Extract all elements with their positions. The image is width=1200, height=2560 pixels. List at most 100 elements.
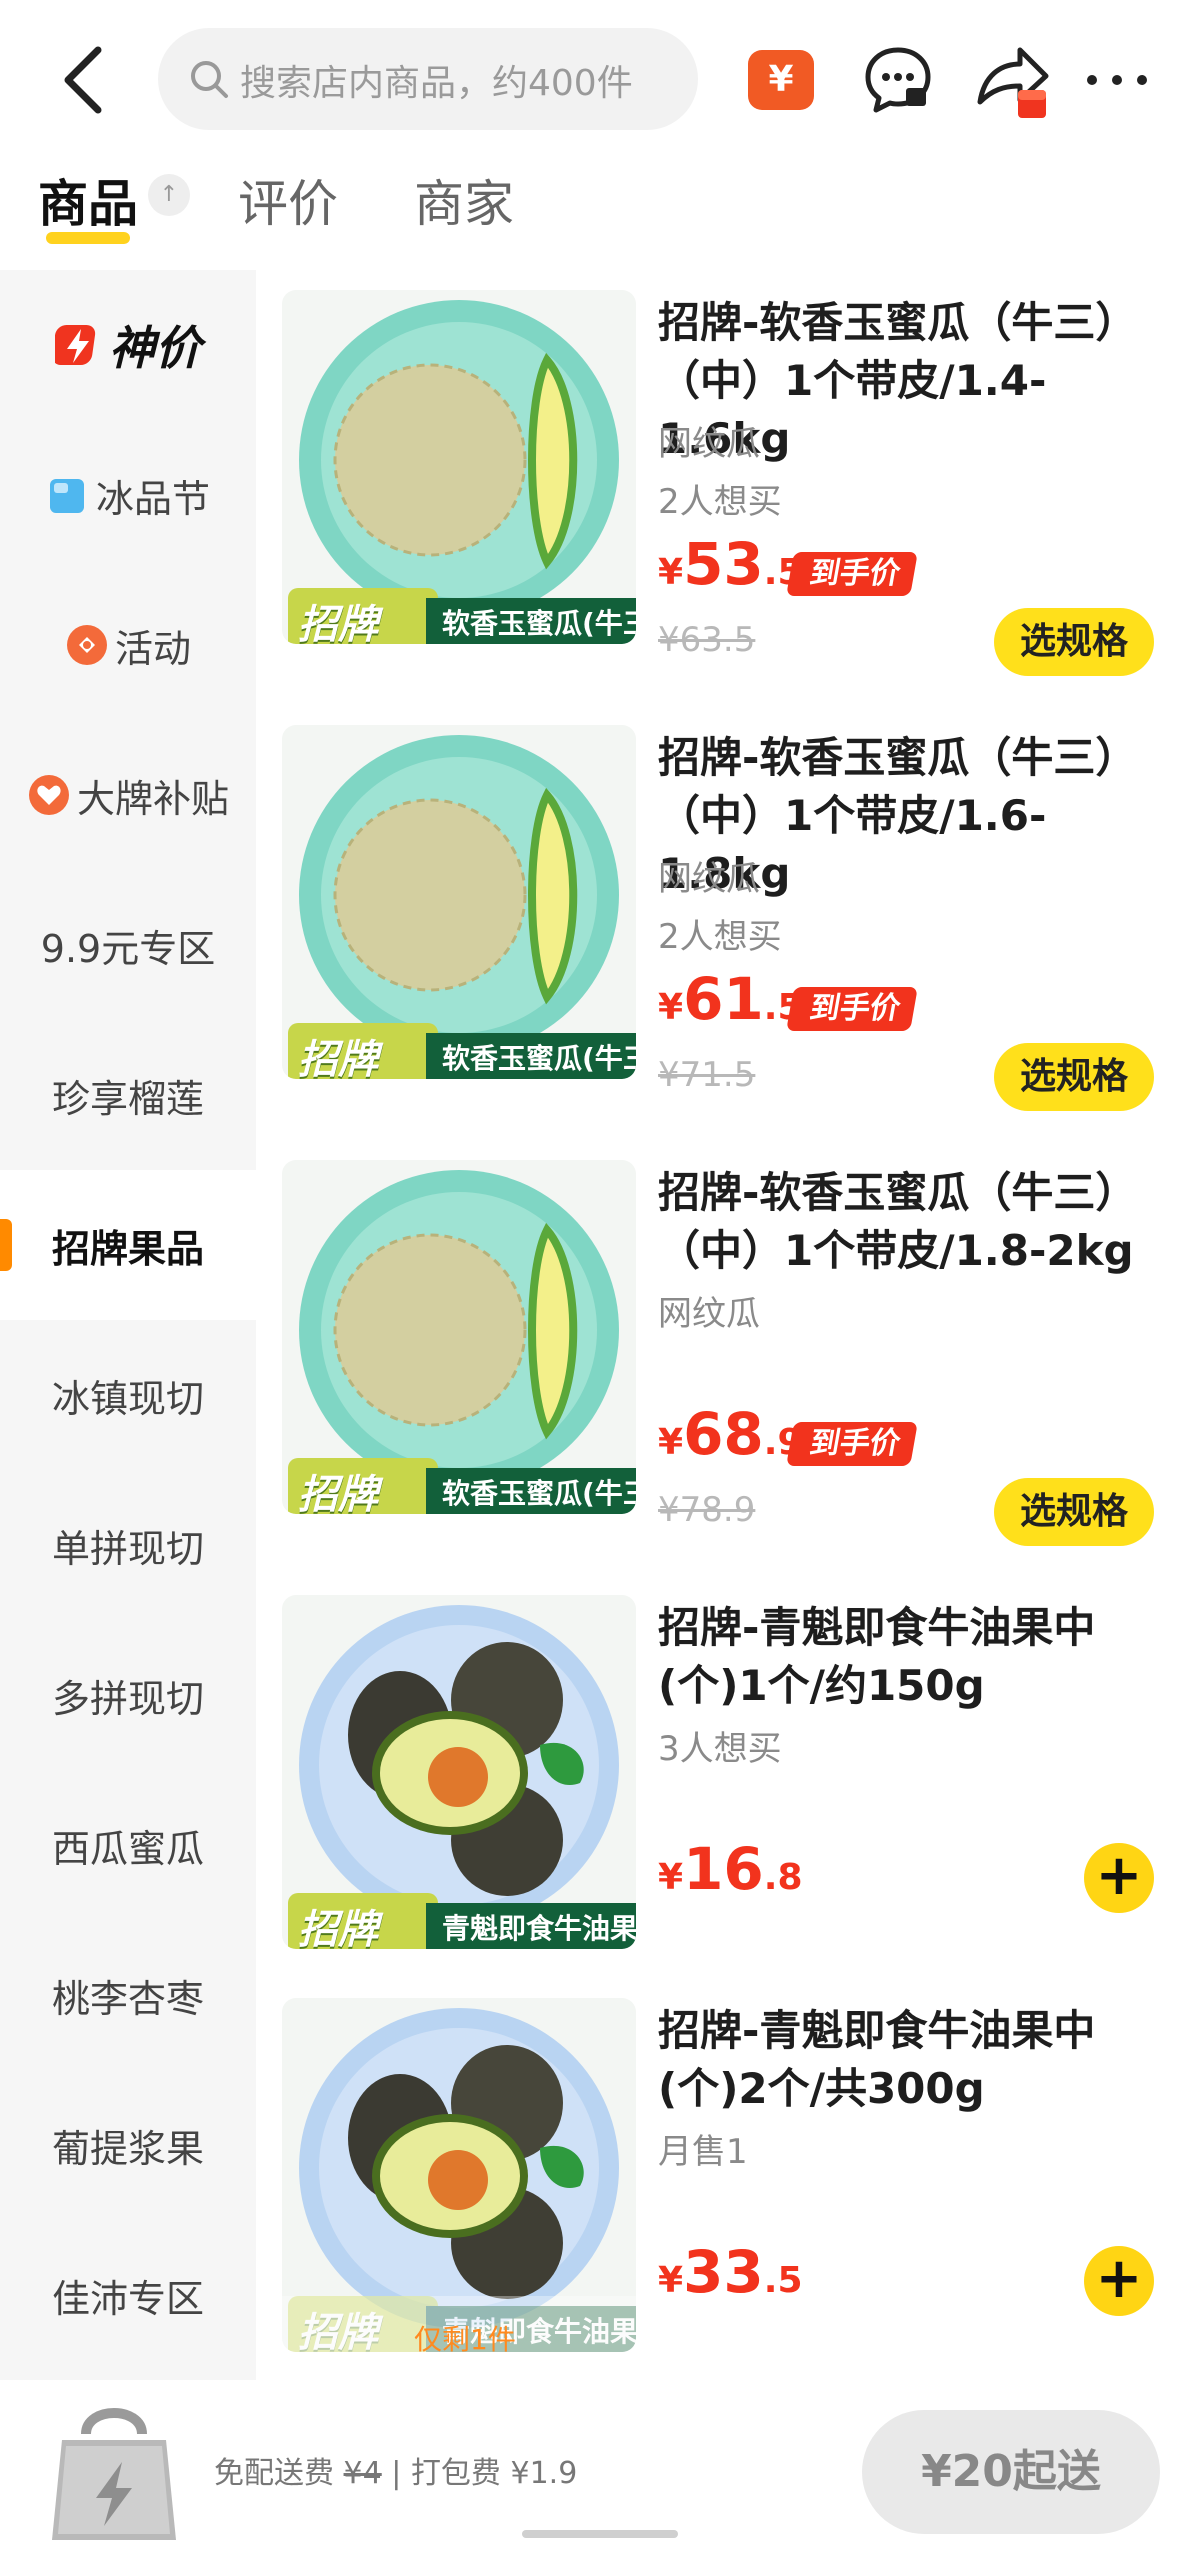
sidebar-active-marker — [0, 1219, 12, 1271]
delivery-fee-info: 免配送费 ¥4 | 打包费 ¥1.9 — [214, 2456, 578, 2491]
tab-reviews[interactable]: 评价 — [238, 164, 338, 236]
product-title: 招牌-青魁即食牛油果中(个)2个/共300g — [658, 2006, 1096, 2113]
sidebar-item-label: 多拼现切 — [51, 1676, 204, 1721]
image-product-label: 软香玉蜜瓜(牛三) — [442, 1477, 636, 1510]
stock-overlay: 仅剩1件 — [282, 2296, 636, 2352]
sidebar-item-activity[interactable]: 活动 — [0, 570, 256, 720]
sidebar-item-melons[interactable]: 西瓜蜜瓜 — [0, 1770, 256, 1920]
original-price: ¥71.5 — [658, 1055, 756, 1095]
sidebar-item-signature-fruit[interactable]: 招牌果品 — [0, 1170, 256, 1320]
cart-bar: 免配送费 ¥4 | 打包费 ¥1.9 ¥20起送 — [0, 2380, 1200, 2560]
product-image-avocado[interactable]: 青魁即食牛油果 招牌 仅剩1件 — [282, 1998, 636, 2352]
image-brand-band: 软香玉蜜瓜(牛三) 招牌 — [288, 1023, 636, 1079]
sidebar-item-label: 葡提浆果 — [51, 2126, 204, 2171]
final-price-tag: 到手价 — [786, 552, 918, 596]
product-price: ¥61.5 — [658, 965, 803, 1033]
sidebar-item-label: 佳沛专区 — [51, 2276, 204, 2321]
original-price: ¥78.9 — [658, 1490, 756, 1530]
sidebar-item-label: 珍享榴莲 — [51, 1076, 204, 1121]
product-image-melon[interactable]: 软香玉蜜瓜(牛三) 招牌 — [282, 725, 636, 1079]
more-icon[interactable] — [1082, 70, 1152, 90]
product-image-melon[interactable]: 软香玉蜜瓜(牛三) 招牌 — [282, 290, 636, 644]
product-title: 招牌-青魁即食牛油果中(个)1个/约150g — [658, 1603, 1096, 1710]
original-delivery-fee: ¥4 — [343, 2456, 382, 2491]
activity-badge-icon — [66, 625, 107, 665]
home-indicator — [522, 2530, 678, 2538]
sidebar-item-label: 活动 — [114, 626, 191, 671]
min-order-button[interactable]: ¥20起送 — [862, 2410, 1160, 2534]
original-price: ¥63.5 — [658, 620, 756, 660]
image-product-label: 软香玉蜜瓜(牛三) — [442, 607, 636, 640]
share-icon[interactable] — [972, 42, 1054, 122]
final-price-tag: 到手价 — [786, 1422, 918, 1466]
sidebar-item-label: 神价 — [109, 321, 201, 375]
sidebar-item-chilled-cut[interactable]: 冰镇现切 — [0, 1320, 256, 1470]
image-brand-text: 招牌 — [298, 1472, 378, 1514]
select-spec-button[interactable]: 选规格 — [994, 608, 1154, 676]
coupon-icon[interactable]: ¥ — [748, 50, 814, 110]
shopping-bag-icon[interactable] — [44, 2386, 184, 2550]
final-price-tag: 到手价 — [786, 987, 918, 1031]
sidebar-item-label: 桃李杏枣 — [51, 1976, 204, 2021]
sidebar-item-9-9-zone[interactable]: 9.9元专区 — [0, 870, 256, 1020]
image-brand-band: 软香玉蜜瓜(牛三) 招牌 — [288, 588, 636, 644]
stock-left-note: 仅剩1件 — [414, 2323, 516, 2352]
sidebar-item-label: 9.9元专区 — [40, 926, 216, 971]
product-price: ¥53.5 — [658, 530, 803, 598]
sidebar-item-mixed-cut[interactable]: 多拼现切 — [0, 1620, 256, 1770]
product-wants: 2人想买 — [658, 917, 782, 957]
image-product-label: 软香玉蜜瓜(牛三) — [442, 1042, 636, 1075]
product-price: ¥16.8 — [658, 1835, 803, 1903]
sort-up-icon[interactable]: ↑ — [148, 174, 190, 216]
product-price: ¥68.9 — [658, 1400, 803, 1468]
sidebar-item-ice-festival[interactable]: 冰品节 — [0, 420, 256, 570]
sidebar-item-durian[interactable]: 珍享榴莲 — [0, 1020, 256, 1170]
image-product-label: 青魁即食牛油果 — [442, 1912, 636, 1945]
image-brand-text: 招牌 — [298, 1037, 378, 1079]
sidebar-item-single-cut[interactable]: 单拼现切 — [0, 1470, 256, 1620]
top-bar: 搜索店内商品，约400件 ¥ — [0, 0, 1200, 160]
sidebar-item-label: 西瓜蜜瓜 — [51, 1826, 204, 1871]
image-brand-band: 软香玉蜜瓜(牛三) 招牌 — [288, 1458, 636, 1514]
product-wants: 2人想买 — [658, 482, 782, 522]
search-input[interactable]: 搜索店内商品，约400件 — [158, 28, 698, 130]
sidebar-item-label: 冰镇现切 — [51, 1376, 204, 1421]
category-sidebar: 神价 冰品节 活动 大牌补贴 9.9元专区 珍享榴莲 招牌果品 冰镇现切 单拼现… — [0, 270, 256, 2380]
product-image-avocado[interactable]: 青魁即食牛油果 招牌 — [282, 1595, 636, 1949]
product-subtitle: 网纹瓜 — [658, 859, 760, 899]
sidebar-item-grapes-berries[interactable]: 葡提浆果 — [0, 2070, 256, 2220]
product-image-melon[interactable]: 软香玉蜜瓜(牛三) 招牌 — [282, 1160, 636, 1514]
sidebar-item-label: 单拼现切 — [51, 1526, 204, 1571]
search-icon — [191, 61, 228, 98]
search-placeholder: 搜索店内商品，约400件 — [240, 63, 633, 104]
add-to-cart-button[interactable]: + — [1084, 1843, 1154, 1913]
product-title: 招牌-软香玉蜜瓜（牛三）（中）1个带皮/1.8-2kg — [658, 1168, 1138, 1275]
sidebar-item-label: 冰品节 — [95, 476, 210, 521]
image-brand-text: 招牌 — [298, 1907, 378, 1949]
product-price: ¥33.5 — [658, 2238, 803, 2306]
tab-merchant[interactable]: 商家 — [414, 164, 514, 236]
tab-goods[interactable]: 商品 — [38, 164, 138, 236]
back-arrow-icon[interactable] — [56, 42, 116, 118]
store-tabs: 商品 ↑ 评价 商家 — [0, 160, 1200, 260]
sidebar-item-zespri[interactable]: 佳沛专区 — [0, 2220, 256, 2370]
sidebar-item-god-price[interactable]: 神价 — [0, 270, 256, 420]
packaging-fee: ¥1.9 — [510, 2456, 578, 2491]
image-brand-text: 招牌 — [298, 602, 378, 644]
product-wants: 3人想买 — [658, 1729, 782, 1769]
sidebar-item-stone-fruit[interactable]: 桃李杏枣 — [0, 1920, 256, 2070]
chat-icon[interactable] — [862, 44, 934, 116]
sidebar-item-label: 招牌果品 — [51, 1226, 204, 1271]
select-spec-button[interactable]: 选规格 — [994, 1043, 1154, 1111]
sidebar-item-label: 大牌补贴 — [76, 776, 229, 821]
product-subtitle: 网纹瓜 — [658, 1294, 760, 1334]
ice-cube-icon — [49, 479, 84, 513]
product-subtitle: 网纹瓜 — [658, 424, 760, 464]
select-spec-button[interactable]: 选规格 — [994, 1478, 1154, 1546]
tab-active-indicator — [46, 232, 130, 244]
add-to-cart-button[interactable]: + — [1084, 2246, 1154, 2316]
sidebar-item-brand-subsidy[interactable]: 大牌补贴 — [0, 720, 256, 870]
lightning-badge-icon — [55, 325, 96, 365]
heart-badge-icon — [28, 775, 69, 815]
image-brand-band: 青魁即食牛油果 招牌 — [288, 1893, 636, 1949]
